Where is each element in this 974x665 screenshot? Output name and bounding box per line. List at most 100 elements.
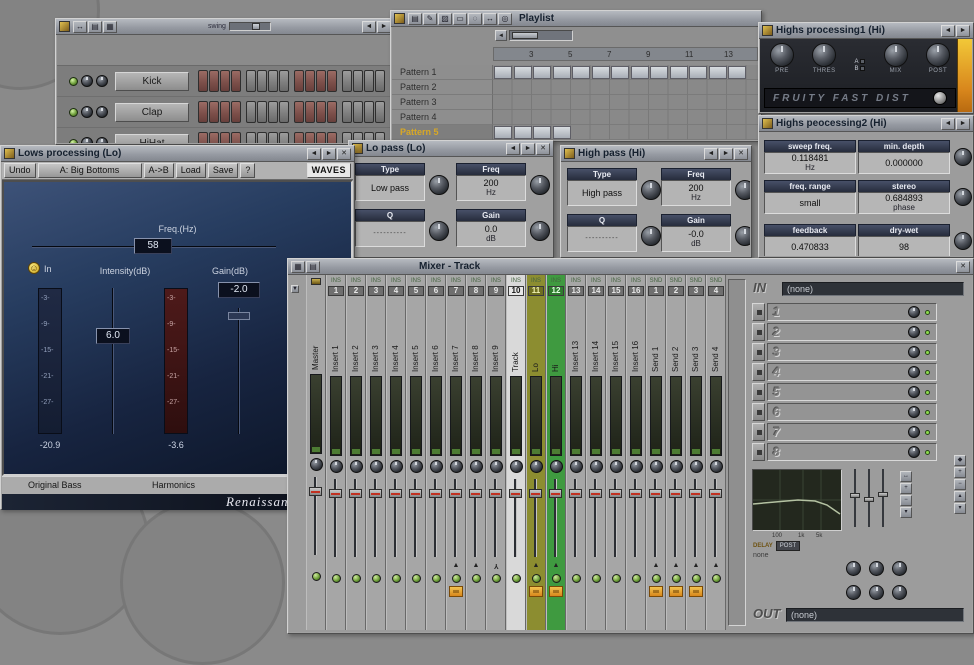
mixer-strip-track[interactable]: INS10Track [506,275,526,630]
step-cell[interactable] [220,132,230,143]
slot-mix-knob[interactable] [908,326,920,338]
pencil-tool-icon[interactable]: ✎ [423,13,437,25]
slot-select-button[interactable] [752,323,765,341]
pattern-clip[interactable] [728,66,746,79]
channel-enable-led[interactable] [69,139,78,144]
window-right-button[interactable]: ► [719,148,733,160]
effect-slot[interactable]: 4 [767,363,937,381]
slot-select-button[interactable] [752,343,765,361]
brush-tool-icon[interactable]: ▨ [438,13,452,25]
slot-led[interactable] [925,390,930,395]
track-number-badge[interactable]: 3 [688,286,704,296]
track-volume-fader[interactable] [347,477,365,559]
eq-band-fader[interactable] [878,469,888,527]
waves-logo-button[interactable]: WAVES [307,163,351,178]
delete-tool-icon[interactable]: ▭ [453,13,467,25]
input-select-dropdown[interactable]: (none) [782,282,964,296]
mixer-strip-insert-8[interactable]: INS8Insert 8▲ [466,275,486,630]
track-pan-knob[interactable] [570,460,583,473]
route-icon[interactable]: Y [494,561,499,570]
pattern-clip[interactable] [514,66,532,79]
post-badge[interactable]: POST [776,541,800,551]
rack-knob[interactable] [846,585,861,600]
track-led[interactable] [372,574,381,583]
track-volume-fader[interactable] [587,477,605,559]
step-cell[interactable] [294,70,304,92]
mixer-titlebar[interactable]: ▦▤ Mixer - Track ✕ [288,259,973,275]
keyboard-mode-icon[interactable]: ▦ [103,21,117,33]
track-volume-fader[interactable] [667,477,685,559]
help-button[interactable]: ? [240,163,255,178]
preset-button[interactable]: A: Big Bottoms [38,163,142,178]
step-cell[interactable] [375,70,385,92]
mixer-menu-button[interactable]: ▼ [291,285,299,293]
track-number-badge[interactable]: 2 [668,286,684,296]
eq-remove-button[interactable]: − [900,495,912,506]
hipass-titlebar[interactable]: High pass (Hi) ◄►✕ [561,146,751,162]
channel-name-button[interactable]: Kick [115,72,189,91]
track-volume-fader[interactable] [487,477,505,559]
panel-remove-button[interactable]: − [954,479,966,490]
step-cell[interactable] [231,70,241,92]
track-number-badge[interactable]: 12 [548,286,564,296]
pattern-name[interactable]: Pattern 1 [392,65,493,80]
step-cell[interactable] [327,101,337,123]
lows-titlebar[interactable]: Lows processing (Lo) ◄►✕ [1,146,354,162]
param-value[interactable]: ---------- [355,221,425,247]
panel-dock-button[interactable]: ◆ [954,455,966,466]
slot-select-button[interactable] [752,403,765,421]
fader-handle[interactable] [549,489,562,498]
track-number-badge[interactable]: 9 [488,286,504,296]
graph-mode-icon[interactable]: ▤ [88,21,102,33]
pattern-clip[interactable] [494,66,512,79]
mixer-layout-icon[interactable]: ▦ [291,261,305,273]
fader-handle[interactable] [489,489,502,498]
fader-handle[interactable] [409,489,422,498]
step-cell[interactable] [294,101,304,123]
track-number-badge[interactable]: 1 [328,286,344,296]
track-number-badge[interactable]: 13 [568,286,584,296]
send-arrow-icon[interactable]: ▲ [693,561,700,570]
rack-knob[interactable] [846,561,861,576]
intensity-handle[interactable]: 6.0 [96,328,130,344]
eq-swap-button[interactable]: ↔ [900,471,912,482]
pattern-clip[interactable] [631,66,649,79]
window-right-button[interactable]: ► [956,25,970,37]
slot-select-button[interactable] [752,443,765,461]
save-button[interactable]: Save [208,163,239,178]
track-led[interactable] [392,574,401,583]
effect-slot[interactable]: 1 [767,303,937,321]
step-cell[interactable] [327,70,337,92]
track-volume-fader[interactable] [427,477,445,559]
track-pan-knob[interactable] [670,460,683,473]
gain-value-box[interactable]: -2.0 [218,282,260,298]
track-pan-knob[interactable] [310,458,323,471]
slot-mix-knob[interactable] [908,346,920,358]
track-number-badge[interactable]: 14 [588,286,604,296]
track-number-badge[interactable]: 3 [368,286,384,296]
track-led[interactable] [572,574,581,583]
fader-handle[interactable] [569,489,582,498]
track-pan-knob[interactable] [690,460,703,473]
track-volume-fader[interactable] [527,477,545,559]
slot-mix-knob[interactable] [908,366,920,378]
close-button[interactable]: ✕ [956,261,970,273]
highs1-titlebar[interactable]: Highs processing1 (Hi) ◄► [759,23,973,39]
step-cell[interactable] [327,132,337,143]
gain-slider-handle[interactable] [228,312,250,320]
mixer-strip-insert-16[interactable]: INS16Insert 16 [626,275,646,630]
mixer-strip-insert-9[interactable]: INS9Insert 9Y [486,275,506,630]
param-knob[interactable] [641,226,661,246]
track-number-badge[interactable]: 2 [348,286,364,296]
ab-switch[interactable]: AB [854,43,865,87]
close-button[interactable]: ✕ [337,148,351,160]
param-knob[interactable] [429,175,449,195]
slot-select-button[interactable] [752,383,765,401]
channel-pan-knob[interactable] [81,75,93,87]
effect-slot[interactable]: 8 [767,443,937,461]
step-cell[interactable] [305,70,315,92]
step-cell[interactable] [279,101,289,123]
slot-mix-knob[interactable] [908,406,920,418]
step-cell[interactable] [279,132,289,143]
mixer-strip-insert-7[interactable]: INS7Insert 7▲ [446,275,466,630]
